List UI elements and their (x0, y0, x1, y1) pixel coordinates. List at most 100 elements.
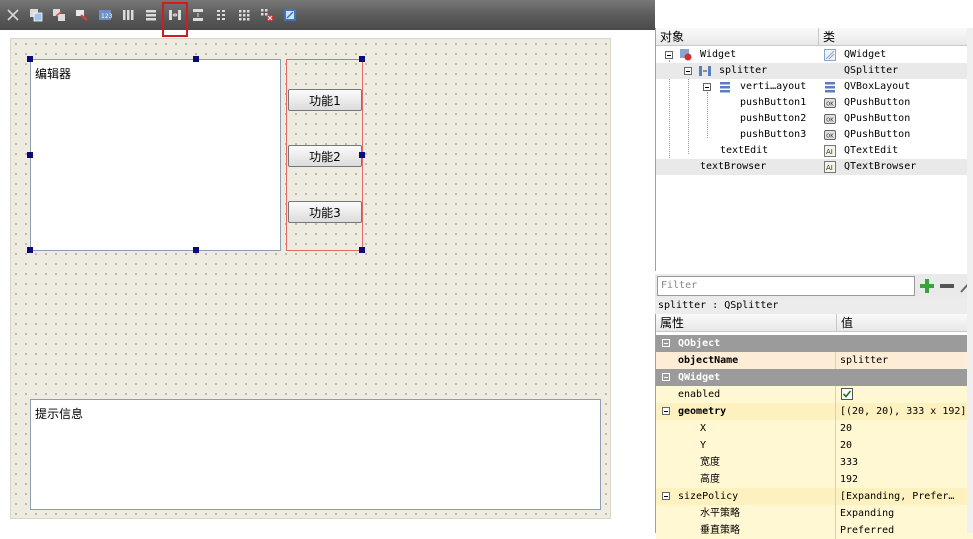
tree-row-class: QTextBrowser (844, 161, 917, 172)
property-value[interactable]: 333 (837, 454, 973, 471)
edit-tab-order-icon[interactable]: 123 (96, 6, 114, 24)
text-browser-content: 提示信息 (35, 407, 84, 421)
property-row-vertical-policy[interactable]: 垂直策略 Preferred (656, 522, 973, 539)
property-row-geometry[interactable]: geometry [(20, 20), 333 x 192] (656, 403, 973, 420)
collapse-icon[interactable] (662, 407, 670, 415)
property-group-qwidget[interactable]: QWidget (656, 369, 973, 386)
property-editor: 属性 值 QObject objectName splitter QWidget… (655, 314, 973, 539)
layout-horizontal-icon[interactable] (119, 6, 137, 24)
property-name: sizePolicy (678, 491, 739, 502)
property-value[interactable]: 20 (837, 437, 973, 454)
property-value[interactable]: [(20, 20), 333 x 192] (837, 403, 973, 420)
edit-widgets-icon[interactable] (27, 6, 45, 24)
text-browser[interactable]: 提示信息 (30, 399, 601, 510)
layout-vertical-icon[interactable] (142, 6, 160, 24)
resize-handle-top-left[interactable] (27, 56, 33, 62)
edit-signals-slots-icon[interactable] (50, 6, 68, 24)
svg-text:123: 123 (101, 13, 112, 20)
tree-row-class: QPushButton (844, 113, 911, 124)
resize-handle-bottom-left[interactable] (27, 247, 33, 253)
tree-row-textbrowser[interactable]: textBrowser AI QTextBrowser (656, 159, 973, 175)
resize-handle-top-right[interactable] (359, 56, 365, 62)
property-row-objectname[interactable]: objectName splitter (656, 352, 973, 369)
tree-row-class: QPushButton (844, 97, 911, 108)
property-row-height[interactable]: 高度 192 (656, 471, 973, 488)
property-value[interactable]: splitter (837, 352, 973, 369)
splitter-vertical-icon[interactable] (189, 6, 207, 24)
selected-object-label: splitter : QSplitter (655, 298, 973, 314)
tree-row-name: Widget (700, 49, 737, 60)
object-inspector: 对象 类 Widget QWidget splitter QSplitter v… (655, 28, 973, 271)
property-row-y[interactable]: Y 20 (656, 437, 973, 454)
property-name: 垂直策略 (700, 525, 740, 536)
push-button-1[interactable]: 功能1 (288, 89, 362, 111)
tree-row-pushbutton3[interactable]: pushButton3 OK QPushButton (656, 127, 973, 143)
tree-row-pushbutton2[interactable]: pushButton2 OK QPushButton (656, 111, 973, 127)
toolbar-highlight-box (162, 2, 188, 37)
resize-handle-bottom-right[interactable] (359, 247, 365, 253)
collapse-icon[interactable] (665, 51, 673, 59)
svg-text:AI: AI (826, 148, 833, 156)
collapse-icon[interactable] (662, 492, 670, 500)
property-name: X (700, 423, 707, 434)
property-row-width[interactable]: 宽度 333 (656, 454, 973, 471)
close-icon[interactable] (4, 6, 22, 24)
property-value[interactable]: 192 (837, 471, 973, 488)
edit-buddies-icon[interactable] (73, 6, 91, 24)
tree-row-widget[interactable]: Widget QWidget (656, 47, 973, 63)
property-row-sizepolicy[interactable]: sizePolicy [Expanding, Prefer… (656, 488, 973, 505)
filter-bar: Filter (655, 274, 973, 298)
resize-handle-bottom[interactable] (193, 247, 199, 253)
filter-input[interactable]: Filter (657, 276, 915, 296)
property-row-x[interactable]: X 20 (656, 420, 973, 437)
property-value[interactable] (837, 386, 973, 403)
property-name: Y (700, 440, 707, 451)
tree-row-name: textEdit (720, 145, 769, 156)
property-name: 水平策略 (700, 508, 740, 519)
resize-handle-right[interactable] (359, 152, 365, 158)
property-name: QWidget (678, 372, 721, 383)
push-button-2[interactable]: 功能2 (288, 145, 362, 167)
property-row-enabled[interactable]: enabled (656, 386, 973, 403)
tree-row-name: splitter (719, 65, 768, 76)
svg-text:OK: OK (826, 102, 834, 108)
tree-row-pushbutton1[interactable]: pushButton1 OK QPushButton (656, 95, 973, 111)
pushbutton-icon: OK (824, 98, 836, 108)
property-value[interactable]: Expanding (837, 505, 973, 522)
add-dynamic-property-icon[interactable] (919, 278, 935, 294)
tree-row-textedit[interactable]: textEdit AI QTextEdit (656, 143, 973, 159)
inspector-scrollbar[interactable] (967, 28, 973, 533)
collapse-icon[interactable] (662, 339, 670, 347)
enabled-checkbox[interactable] (841, 388, 853, 400)
tree-row-vertical-layout[interactable]: verti…ayout QVBoxLayout (656, 79, 973, 95)
collapse-icon[interactable] (662, 373, 670, 381)
resize-handle-top[interactable] (193, 56, 199, 62)
property-value[interactable]: 20 (837, 420, 973, 437)
svg-text:OK: OK (826, 134, 834, 140)
layout-form-icon[interactable] (212, 6, 230, 24)
pushbutton-icon: OK (824, 114, 836, 124)
tree-row-class: QPushButton (844, 129, 911, 140)
property-group-qobject[interactable]: QObject (656, 335, 973, 352)
collapse-icon[interactable] (703, 83, 711, 91)
remove-dynamic-property-icon[interactable] (939, 278, 955, 294)
column-header-object[interactable]: 对象 (656, 28, 819, 46)
property-value[interactable]: [Expanding, Prefer… (837, 488, 973, 505)
column-header-class[interactable]: 类 (819, 28, 973, 46)
tree-row-splitter[interactable]: splitter QSplitter (656, 63, 973, 79)
collapse-icon[interactable] (684, 67, 692, 75)
tree-row-name: pushButton1 (740, 97, 807, 108)
push-button-3[interactable]: 功能3 (288, 201, 362, 223)
layout-grid-icon[interactable] (235, 6, 253, 24)
resize-handle-left[interactable] (27, 152, 33, 158)
textbrowser-icon: AI (824, 161, 836, 173)
break-layout-icon[interactable] (258, 6, 276, 24)
text-edit[interactable]: 编辑器 (30, 59, 281, 251)
vertical-layout[interactable]: 功能1 功能2 功能3 (286, 59, 363, 251)
adjust-size-icon[interactable] (281, 6, 299, 24)
property-row-horizontal-policy[interactable]: 水平策略 Expanding (656, 505, 973, 522)
tree-row-class: QVBoxLayout (844, 81, 911, 92)
column-header-property[interactable]: 属性 (656, 314, 837, 332)
property-value[interactable]: Preferred (837, 522, 973, 539)
column-header-value[interactable]: 值 (837, 314, 973, 332)
